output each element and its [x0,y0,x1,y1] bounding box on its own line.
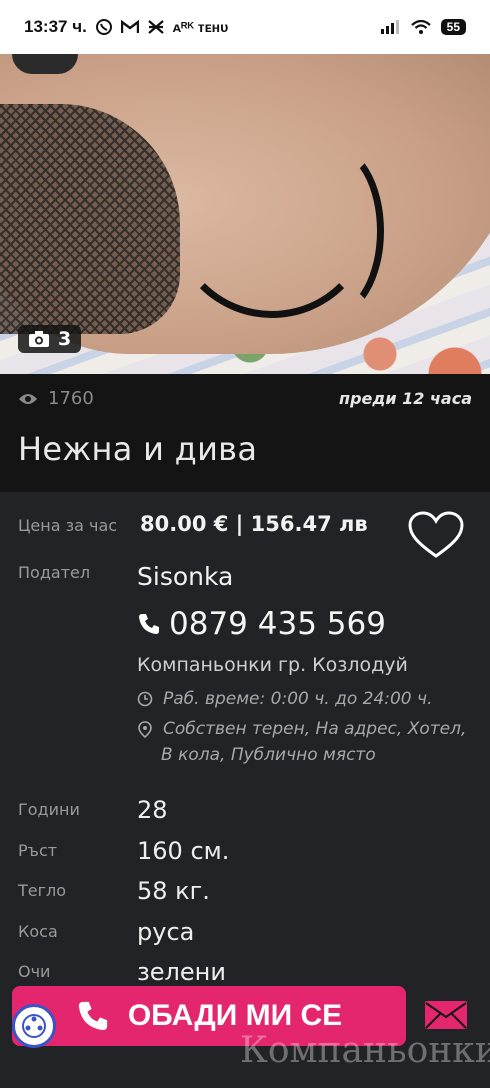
detail-value: 28 [137,796,168,824]
price-value: 80.00 € | 156.47 лв [140,512,368,536]
phone-icon [78,1001,107,1031]
photo-strap [280,144,384,318]
posted-time: преди 12 часа [339,389,472,408]
eye-icon [19,393,37,404]
capcut-icon [148,20,164,34]
photo-count-badge[interactable]: 3 [18,325,82,353]
detail-value: 58 кг. [137,877,210,905]
recaptcha-badge[interactable] [12,1004,56,1048]
photo-back-button[interactable] [12,54,78,74]
status-left: 13:37 ч. ᴀᴿᴷ ᴛᴇʜᴜ [24,17,228,37]
location-text-2: В кола, Публично място [161,745,376,765]
camera-icon [29,331,49,347]
mail-icon[interactable] [424,1000,468,1030]
detail-value: 160 см. [137,837,230,865]
phone-icon [139,614,159,634]
status-mini-text: ᴀᴿᴷ ᴛᴇʜᴜ [172,19,229,35]
battery-indicator: 55 [440,19,466,35]
photo-count: 3 [58,328,72,350]
signal-icon [380,20,399,34]
wifi-icon [410,20,431,34]
detail-label: Коса [18,922,58,941]
city-category[interactable]: Компаньонки гр. Козлодуй [137,654,408,676]
gmail-icon [120,20,139,33]
location-text-1: Собствен терен, На адрес, Хотел, [163,719,467,739]
detail-value: зелени [137,958,226,986]
status-bar: 13:37 ч. ᴀᴿᴷ ᴛᴇʜᴜ 55 [0,0,490,54]
price-label: Цена за час [18,516,118,535]
poster-name[interactable]: Sisonka [137,562,233,591]
detail-label: Очи [18,962,51,981]
favorite-heart-icon[interactable] [406,510,466,560]
clock-icon [137,691,153,707]
location-line: Собствен терен, На адрес, Хотел, [137,719,466,739]
working-hours: Раб. време: 0:00 ч. до 24:00 ч. [137,689,432,709]
detail-label: Години [18,800,80,819]
meta-row: 1760 преди 12 часа [18,388,472,409]
detail-value: руса [137,918,195,946]
call-me-label: ОБАДИ МИ СЕ [127,999,343,1032]
phone-link[interactable]: 0879 435 569 [137,606,386,642]
phone-number: 0879 435 569 [169,606,386,642]
detail-label: Ръст [18,841,58,860]
views: 1760 [18,388,94,409]
whatsapp-icon [95,19,112,35]
recaptcha-icon [22,1014,46,1038]
working-hours-text: Раб. време: 0:00 ч. до 24:00 ч. [163,689,433,709]
views-count: 1760 [48,388,94,409]
listing-title: Нежна и дива [18,430,258,468]
location-line-2: В кола, Публично място [161,745,376,765]
poster-label: Подател [18,563,91,582]
watermark: Компаньонки [240,1030,490,1071]
detail-label: Тегло [18,881,67,900]
location-pin-icon [138,721,152,739]
status-right: 55 [380,19,466,35]
status-time: 13:37 ч. [24,17,87,36]
